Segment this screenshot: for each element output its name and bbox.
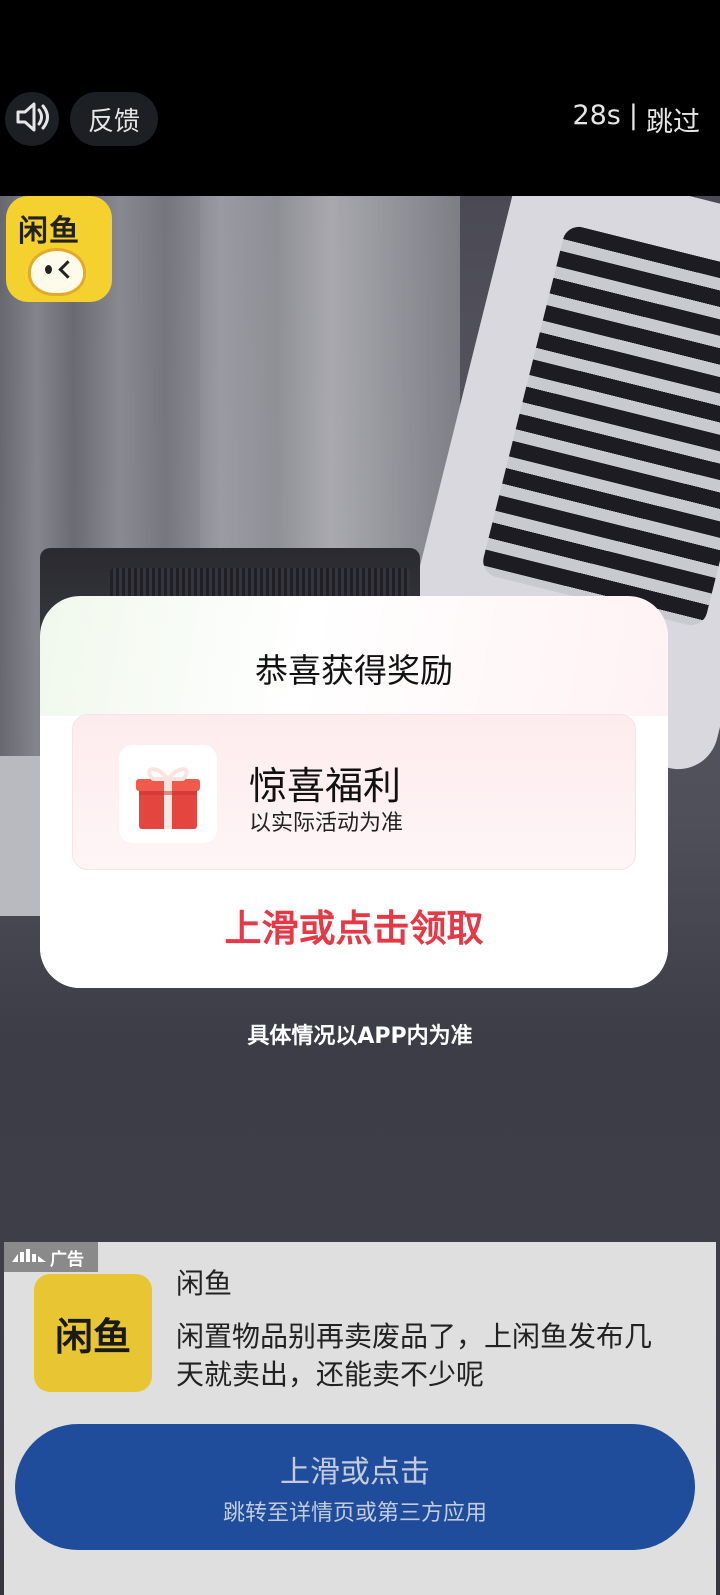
ad-app-name: 闲鱼 xyxy=(176,1267,233,1300)
claim-reward-button[interactable]: 上滑或点击领取 xyxy=(40,898,668,952)
sound-toggle-button[interactable] xyxy=(5,92,59,146)
ad-app-logo[interactable]: 闲鱼 xyxy=(34,1274,152,1392)
speaker-volume-icon xyxy=(12,97,52,141)
gift-note: 以实际活动为准 xyxy=(249,811,404,836)
mascot-icon xyxy=(28,248,86,296)
app-logo[interactable]: 闲鱼 xyxy=(6,196,112,302)
skip-countdown-button[interactable]: 28s | 跳过 xyxy=(572,100,700,139)
gift-box-icon xyxy=(135,759,201,835)
signal-bars-icon xyxy=(12,1247,46,1267)
cta-main-label: 上滑或点击 xyxy=(280,1455,430,1490)
reward-card[interactable]: 恭喜获得奖励 惊喜福利 以实际活动为准 上滑或点击领取 xyxy=(40,596,668,988)
ad-description: 闲置物品别再卖废品了，上闲鱼发布几天就卖出，还能卖不少呢 xyxy=(176,1320,653,1391)
ad-label: 广告 xyxy=(50,1249,84,1270)
skip-label: 跳过 xyxy=(646,107,700,138)
disclaimer-text: 具体情况以APP内为准 xyxy=(247,1024,473,1049)
gift-thumbnail xyxy=(119,745,217,843)
cta-sub-label: 跳转至详情页或第三方应用 xyxy=(222,1501,487,1526)
feedback-button[interactable]: 反馈 xyxy=(70,92,158,146)
reward-title: 恭喜获得奖励 xyxy=(255,651,453,690)
separator: | xyxy=(628,100,638,131)
top-bar: 反馈 28s | 跳过 xyxy=(0,0,720,196)
cta-button[interactable]: 上滑或点击 跳转至详情页或第三方应用 xyxy=(15,1424,695,1550)
gift-name: 惊喜福利 xyxy=(249,764,402,808)
gift-panel: 惊喜福利 以实际活动为准 xyxy=(72,714,636,870)
app-logo-text: 闲鱼 xyxy=(18,214,80,249)
ad-badge: 广告 xyxy=(4,1242,98,1272)
countdown-seconds: 28s xyxy=(572,100,621,131)
